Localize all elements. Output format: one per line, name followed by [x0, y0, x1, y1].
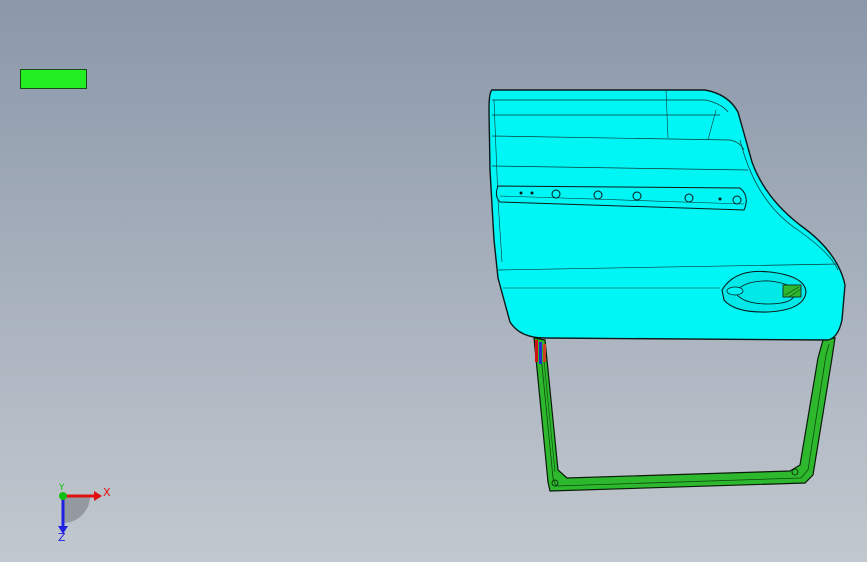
axis-triad-graphic: [58, 491, 102, 534]
car-door-model[interactable]: [0, 0, 867, 562]
window-frame: [533, 337, 836, 492]
z-axis-label: Z: [58, 531, 66, 544]
y-axis-label: Y: [59, 483, 65, 493]
axis-triad: X Y Z: [40, 480, 130, 550]
door-panel: [488, 89, 846, 341]
x-axis-label: X: [103, 486, 111, 499]
3d-viewport[interactable]: X Y Z: [0, 0, 867, 562]
